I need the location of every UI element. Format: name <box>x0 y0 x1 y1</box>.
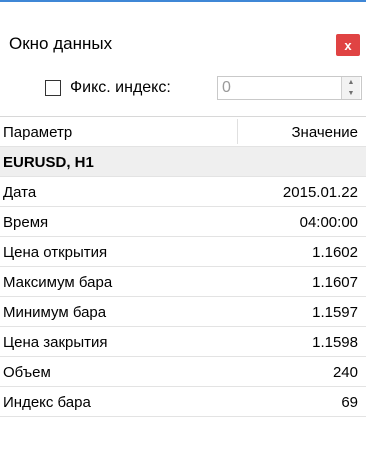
row-param: Цена закрытия <box>3 334 108 351</box>
fix-index-label: Фикс. индекс: <box>70 79 171 96</box>
window-title: Окно данных <box>9 34 113 53</box>
table-row: Цена открытия 1.1602 <box>0 237 366 267</box>
table-row: Минимум бара 1.1597 <box>0 297 366 327</box>
table-row: Время 04:00:00 <box>0 207 366 237</box>
row-param: Цена открытия <box>3 244 108 261</box>
table-row: Максимум бара 1.1607 <box>0 267 366 297</box>
table-row: Цена закрытия 1.1598 <box>0 327 366 357</box>
column-header-parameter[interactable]: Параметр <box>3 124 72 141</box>
row-value: 1.1602 <box>312 244 358 261</box>
close-button[interactable]: x <box>336 34 360 56</box>
table-header: Параметр Значение <box>0 117 366 147</box>
row-value: 1.1607 <box>312 274 358 291</box>
spin-up-icon[interactable]: ▲ <box>342 77 360 88</box>
data-table: Параметр Значение EURUSD, H1 Дата 2015.0… <box>0 116 366 463</box>
column-header-value[interactable]: Значение <box>291 124 358 141</box>
row-value: 04:00:00 <box>299 214 358 231</box>
table-row: Индекс бара 69 <box>0 387 366 417</box>
close-icon: x <box>344 37 352 53</box>
row-value: 1.1597 <box>312 304 358 321</box>
row-value: 240 <box>332 364 358 381</box>
column-divider[interactable] <box>237 119 238 144</box>
row-param: Объем <box>3 364 51 381</box>
index-spinner[interactable]: ▲ ▼ <box>341 77 360 99</box>
spin-down-icon[interactable]: ▼ <box>342 88 360 99</box>
row-value: 1.1598 <box>312 334 358 351</box>
row-param: Дата <box>3 184 37 201</box>
toolbar: Фикс. индекс: 0 ▲ ▼ <box>0 74 366 104</box>
row-param: Индекс бара <box>3 394 91 411</box>
row-param: Максимум бара <box>3 274 113 291</box>
table-row: Дата 2015.01.22 <box>0 177 366 207</box>
fix-index-checkbox[interactable] <box>45 80 61 96</box>
row-param: Минимум бара <box>3 304 107 321</box>
row-value: 2015.01.22 <box>282 184 358 201</box>
title-bar[interactable]: Окно данных x <box>0 2 366 58</box>
symbol-group-row: EURUSD, H1 <box>0 147 366 177</box>
symbol-group-label: EURUSD, H1 <box>3 154 94 171</box>
row-value: 69 <box>341 394 358 411</box>
table-row: Объем 240 <box>0 357 366 387</box>
row-param: Время <box>3 214 49 231</box>
